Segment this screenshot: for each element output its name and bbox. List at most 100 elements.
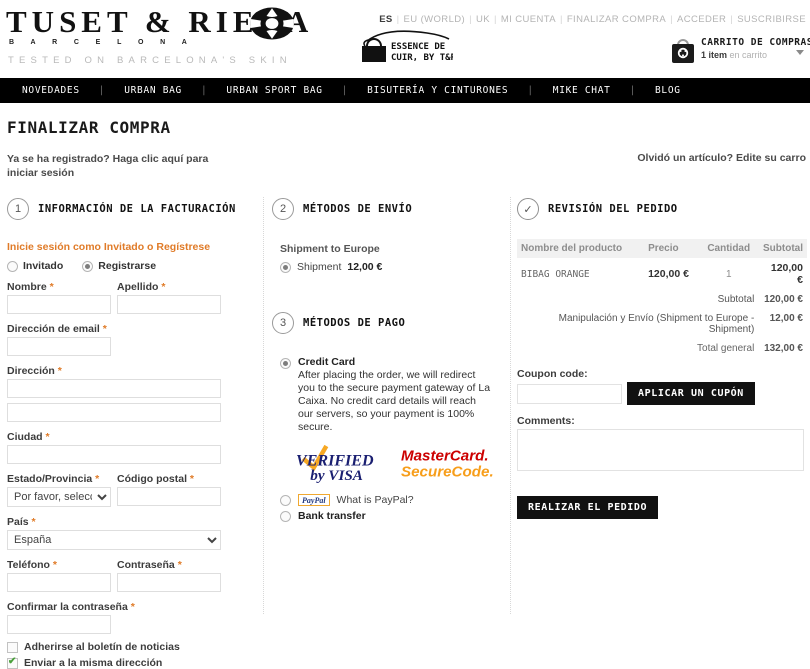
login-prompt-link[interactable]: Ya se ha registrado? Haga clic aquí para… [7, 152, 237, 180]
svg-text:ESSENCE DE: ESSENCE DE [391, 42, 445, 52]
nav-item-urban-bag[interactable]: URBAN BAG [124, 85, 182, 96]
newsletter-checkbox[interactable] [7, 641, 18, 653]
comments-textarea[interactable] [517, 429, 804, 471]
paypal-logo-badge: PayPal [298, 494, 330, 506]
verified-by-visa-logo: VERIFIED by VISA [296, 444, 374, 484]
step-title-review: REVISIÓN DEL PEDIDO [548, 203, 678, 215]
confirm-password-input[interactable] [7, 615, 111, 634]
checkout-columns: 1 INFORMACIÓN DE LA FACTURACIÓN Inicie s… [0, 197, 810, 669]
radio-register-icon[interactable] [82, 260, 94, 272]
last-name-input[interactable] [117, 295, 221, 314]
shipping-payment-column: 2 MÉTODOS DE ENVÍO Shipment to Europe Sh… [263, 197, 495, 614]
logo-city: B A R C E L O N A [9, 39, 195, 46]
newsletter-checkbox-label: Adherirse al boletín de noticias [24, 641, 180, 653]
check-circle-icon: ✓ [517, 198, 539, 220]
essence-de-cuir-logo: ESSENCE DE CUIR, BY T&R [362, 30, 453, 63]
wheel-icon [250, 7, 294, 40]
same-address-checkbox[interactable] [7, 656, 18, 669]
radio-register-label: Registrarse [98, 260, 157, 272]
same-address-checkbox-label: Enviar a la misma dirección [24, 657, 163, 669]
table-header-row: Nombre del producto Precio Cantidad Subt… [517, 239, 807, 258]
topnav-item-mi-cuenta[interactable]: MI CUENTA [501, 14, 556, 25]
col-quantity: Cantidad [699, 239, 759, 258]
city-input[interactable] [7, 445, 221, 464]
phone-input[interactable] [7, 573, 111, 592]
same-address-checkbox-row[interactable]: Enviar a la misma dirección [7, 656, 245, 669]
address-line2-input[interactable] [7, 403, 221, 422]
topnav-item-uk[interactable]: UK [476, 14, 490, 25]
step-number-2: 2 [272, 198, 294, 220]
topnav-item-eu-world[interactable]: EU (WORLD) [404, 14, 466, 25]
first-name-input[interactable] [7, 295, 111, 314]
label-zip: Código postal * [117, 473, 195, 485]
radio-option-guest[interactable]: Invitado [7, 260, 63, 272]
state-select[interactable]: Por favor, seleccione [7, 487, 111, 507]
password-input[interactable] [117, 573, 221, 592]
nav-item-blog[interactable]: BLOG [655, 85, 681, 96]
cart-title: CARRITO DE COMPRAS [701, 37, 810, 48]
zip-input[interactable] [117, 487, 221, 506]
chevron-down-icon[interactable] [796, 50, 804, 55]
step-title-payment: MÉTODOS DE PAGO [303, 317, 406, 329]
cart-widget[interactable]: CARRITO DE COMPRAS 1 item en carrito [670, 36, 810, 66]
label-first-name: Nombre * [7, 281, 54, 293]
payment-option-credit-card[interactable]: Credit Card After placing the order, we … [280, 356, 495, 434]
order-review-column: ✓ REVISIÓN DEL PEDIDO Nombre del product… [510, 197, 807, 614]
coupon-input[interactable] [517, 383, 622, 404]
shipment-radio-icon[interactable] [280, 261, 291, 273]
logo-tagline: TESTED ON BARCELONA'S SKIN [8, 55, 292, 66]
step-title-shipping: MÉTODOS DE ENVÍO [303, 203, 413, 215]
cell-product-name: BIBAG ORANGE [521, 268, 590, 280]
step-heading-payment: 3 MÉTODOS DE PAGO [272, 311, 495, 335]
payment-option-bank-transfer[interactable]: Bank transfer [280, 510, 495, 522]
payment-card-logos: VERIFIED by VISA MasterCard. SecureCode. [296, 442, 495, 484]
totals-value-grand: 132,00 € [764, 343, 803, 354]
credit-card-radio-icon[interactable] [280, 358, 291, 369]
svg-text:CUIR, BY T&R: CUIR, BY T&R [391, 53, 453, 63]
apply-coupon-button[interactable]: APLICAR UN CUPÓN [627, 382, 755, 405]
shipment-group-label: Shipment to Europe [280, 243, 380, 255]
nav-item-urban-sport-bag[interactable]: URBAN SPORT BAG [226, 85, 322, 96]
place-order-button[interactable]: REALIZAR EL PEDIDO [517, 496, 659, 519]
col-price: Precio [644, 239, 700, 258]
bank-transfer-label: Bank transfer [298, 510, 366, 522]
coupon-row: APLICAR UN CUPÓN [517, 382, 807, 405]
shipment-option-row[interactable]: Shipment 12,00 € [280, 261, 495, 273]
radio-option-register[interactable]: Registrarse [82, 260, 156, 272]
newsletter-checkbox-row[interactable]: Adherirse al boletín de noticias [7, 641, 245, 653]
payment-option-paypal[interactable]: PayPal What is PayPal? [280, 494, 495, 506]
totals-row-subtotal: Subtotal 120,00 € [517, 290, 807, 309]
topnav-item-suscribirse[interactable]: SUSCRIBIRSE [737, 14, 806, 25]
cell-quantity: 1 [725, 268, 732, 280]
topnav-item-es[interactable]: ES [379, 14, 392, 25]
order-items-table: Nombre del producto Precio Cantidad Subt… [517, 239, 807, 358]
edit-cart-link[interactable]: Olvidó un artículo? Edite su carro [637, 152, 806, 164]
totals-label-shipping: Manipulación y Envío (Shipment to Europe… [558, 313, 755, 335]
step-title-billing: INFORMACIÓN DE LA FACTURACIÓN [38, 203, 236, 215]
paypal-radio-icon[interactable] [280, 494, 291, 506]
credit-card-label: Credit Card [298, 356, 356, 368]
guest-or-register-note: Inicie sesión como Invitado o Regístrese [7, 241, 211, 253]
main-navigation: NOVEDADES | URBAN BAG | URBAN SPORT BAG | B… [0, 78, 810, 103]
mastercard-securecode-logo: MasterCard. SecureCode. [401, 447, 494, 480]
cell-subtotal: 120,00 € [770, 262, 803, 286]
nav-item-novedades[interactable]: NOVEDADES [22, 85, 80, 96]
what-is-paypal-link[interactable]: What is PayPal? [337, 494, 414, 506]
topnav-item-acceder[interactable]: ACCEDER [677, 14, 726, 25]
nav-item-mike-chat[interactable]: MIKE CHAT [553, 85, 611, 96]
svg-text:MasterCard.: MasterCard. [401, 447, 489, 464]
shipment-option-label: Shipment [297, 261, 342, 273]
col-subtotal: Subtotal [758, 239, 807, 258]
svg-text:SecureCode.: SecureCode. [401, 463, 494, 480]
country-select[interactable]: España [7, 530, 221, 550]
address-line1-input[interactable] [7, 379, 221, 398]
radio-guest-icon[interactable] [7, 260, 18, 272]
bank-transfer-radio-icon[interactable] [280, 510, 291, 522]
email-input[interactable] [7, 337, 111, 356]
step-number-3: 3 [272, 312, 294, 334]
cart-item-count: 1 item [701, 50, 728, 60]
paypal-badge-text: PayPal [302, 495, 326, 505]
shopping-bag-icon [672, 39, 694, 63]
topnav-item-finalizar-compra[interactable]: FINALIZAR COMPRA [567, 14, 666, 25]
nav-item-bisuteria-y-cinturones[interactable]: BISUTERÍA Y CINTURONES [367, 85, 508, 96]
